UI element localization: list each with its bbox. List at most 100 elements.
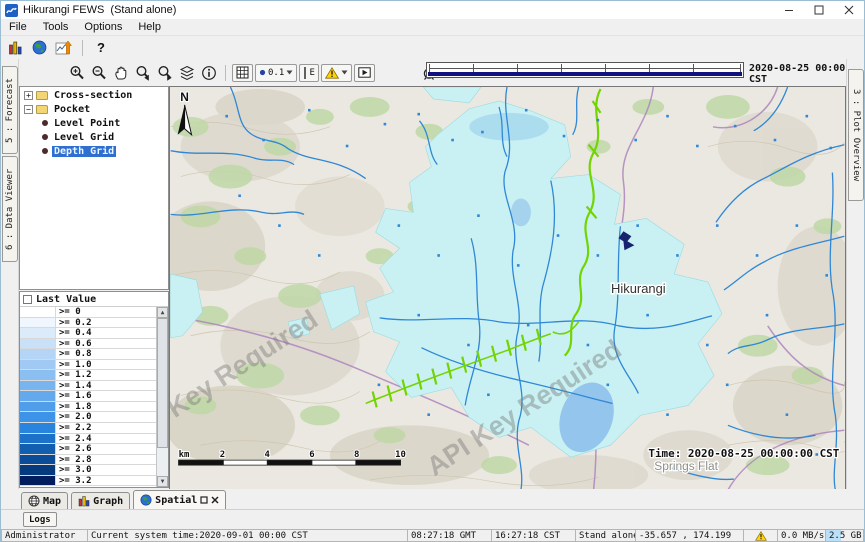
svg-text:2: 2: [220, 450, 225, 460]
status-warning[interactable]: [743, 529, 777, 542]
map-canvas[interactable]: API Key Required API Key Required Hikura…: [169, 86, 846, 491]
legend-row[interactable]: >= 0.8: [20, 349, 168, 360]
zoom-previous-icon[interactable]: [133, 64, 153, 82]
legend-row[interactable]: >= 2.2: [20, 423, 168, 434]
close-pane-icon[interactable]: [211, 496, 219, 504]
scroll-down-icon[interactable]: ▼: [157, 476, 168, 487]
scale-bar-label: E: [310, 68, 315, 78]
folder-icon: [36, 91, 48, 100]
map-time-label: Time: 2020-08-25 00:00:00 CST: [648, 447, 839, 460]
node-bullet-icon: [42, 120, 48, 126]
menu-help[interactable]: Help: [130, 20, 169, 34]
tab-spatial[interactable]: Spatial: [133, 490, 226, 509]
legend-class-list: >= 0 >= 0.2 >= 0.4 >= 0.6 >= 0.8 >= 1.0 …: [20, 307, 168, 487]
tab-graph[interactable]: Graph: [71, 492, 130, 509]
menu-file[interactable]: File: [1, 20, 35, 34]
last-value-checkbox[interactable]: [23, 295, 32, 304]
last-value-option[interactable]: Last Value: [20, 292, 168, 307]
close-button[interactable]: [834, 1, 864, 19]
main-toolbar: ?: [1, 36, 864, 59]
legend-color-swatch: [20, 402, 56, 412]
minimize-button[interactable]: [774, 1, 804, 19]
legend-color-swatch: [20, 318, 56, 328]
legend-row[interactable]: >= 3.2: [20, 476, 168, 487]
warning-triangle-icon: [755, 531, 767, 541]
toolbar-separator: [225, 65, 226, 81]
tab-data-viewer[interactable]: 6 : Data Viewer: [2, 156, 18, 262]
legend-color-swatch: [20, 412, 56, 422]
scale-bar-button[interactable]: E: [299, 64, 319, 82]
globe-display-icon[interactable]: [30, 40, 48, 56]
status-coordinates: -35.657 , 174.199: [635, 529, 743, 542]
left-dock-strip: 5 : Forecast 6 : Data Viewer: [1, 59, 19, 489]
node-bullet-icon: [42, 134, 48, 140]
contour-interval-dropdown[interactable]: 0.1: [255, 64, 297, 82]
tree-item-cross-section[interactable]: + Cross-section: [20, 89, 168, 101]
tree-item-pocket[interactable]: − Pocket: [20, 103, 168, 115]
legend-row[interactable]: >= 1.0: [20, 360, 168, 371]
zoom-out-icon[interactable]: [89, 64, 109, 82]
status-memory: 2.5 GB: [825, 529, 864, 542]
svg-text:N: N: [180, 90, 189, 104]
grid-display-button[interactable]: [232, 64, 253, 82]
movie-export-button[interactable]: [354, 64, 375, 82]
legend-row[interactable]: >= 0: [20, 307, 168, 318]
timeseries-chart-icon[interactable]: [6, 40, 24, 56]
svg-text:8: 8: [354, 450, 359, 460]
legend-row[interactable]: >= 0.2: [20, 318, 168, 329]
expand-icon[interactable]: +: [24, 91, 33, 100]
svg-text:6: 6: [309, 450, 314, 460]
restore-pane-icon[interactable]: [200, 496, 208, 504]
legend-color-swatch: [20, 391, 56, 401]
legend-color-swatch: [20, 465, 56, 475]
tree-item-level-point[interactable]: Level Point: [20, 117, 168, 129]
tab-plot-overview[interactable]: 3 : Plot Overview: [848, 69, 864, 201]
scroll-up-icon[interactable]: ▲: [157, 307, 168, 318]
pan-hand-icon[interactable]: [111, 64, 131, 82]
window-title: Hikurangi FEWS (Stand alone): [23, 4, 176, 16]
help-button[interactable]: ?: [93, 40, 109, 55]
time-slider[interactable]: [426, 62, 744, 78]
legend-row[interactable]: >= 3.0: [20, 465, 168, 476]
place-label: Springs Flat: [654, 459, 718, 473]
warning-layer-dropdown[interactable]: [321, 64, 352, 82]
menu-tools[interactable]: Tools: [35, 20, 77, 34]
legend-color-swatch: [20, 307, 56, 317]
maximize-button[interactable]: [804, 1, 834, 19]
tab-forecast[interactable]: 5 : Forecast: [2, 66, 18, 154]
legend-scrollbar[interactable]: ▲ ▼: [156, 307, 168, 487]
legend-row[interactable]: >= 1.6: [20, 391, 168, 402]
scrollbar-thumb[interactable]: [157, 318, 168, 448]
zoom-in-icon[interactable]: [67, 64, 87, 82]
collapse-icon[interactable]: −: [24, 105, 33, 114]
status-user: Administrator: [1, 529, 87, 542]
menu-options[interactable]: Options: [76, 20, 130, 34]
display-tab-bar: Map Graph Spatial: [1, 489, 864, 509]
node-bullet-icon: [42, 148, 48, 154]
bar-chart-icon: [78, 495, 90, 507]
legend-row[interactable]: >= 1.4: [20, 381, 168, 392]
status-network-speed: 0.0 MB/s: [777, 529, 825, 542]
legend-row[interactable]: >= 2.6: [20, 444, 168, 455]
legend-row[interactable]: >= 0.4: [20, 328, 168, 339]
logs-row: Logs: [1, 509, 864, 529]
tab-map[interactable]: Map: [21, 492, 68, 509]
logs-button[interactable]: Logs: [23, 512, 57, 527]
tree-item-depth-grid[interactable]: Depth Grid: [20, 145, 168, 157]
zoom-next-icon[interactable]: [155, 64, 175, 82]
legend-row[interactable]: >= 1.2: [20, 370, 168, 381]
info-icon[interactable]: [199, 64, 219, 82]
layers-icon[interactable]: [177, 64, 197, 82]
legend-row[interactable]: >= 2.8: [20, 455, 168, 466]
legend-row[interactable]: >= 2.4: [20, 434, 168, 445]
spatial-display-icon[interactable]: [54, 40, 72, 56]
town-label: Hikurangi: [611, 281, 666, 296]
legend-row[interactable]: >= 0.6: [20, 339, 168, 350]
legend-color-swatch: [20, 455, 56, 465]
legend-panel: Last Value >= 0 >= 0.2 >= 0.4 >= 0.6 >= …: [19, 291, 169, 488]
status-mode: Stand alone: [575, 529, 635, 542]
tree-item-level-grid[interactable]: Level Grid: [20, 131, 168, 143]
legend-row[interactable]: >= 1.8: [20, 402, 168, 413]
title-bar: Hikurangi FEWS (Stand alone): [1, 1, 864, 19]
legend-row[interactable]: >= 2.0: [20, 412, 168, 423]
